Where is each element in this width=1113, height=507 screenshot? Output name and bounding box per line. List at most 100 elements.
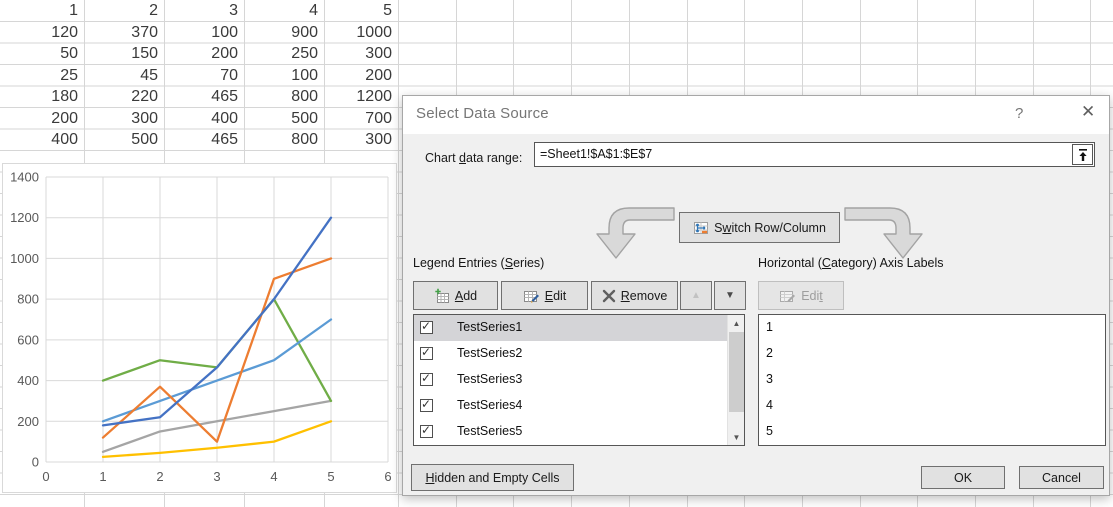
- sheet-cell[interactable]: 900: [244, 22, 324, 44]
- range-picker-arrow-icon: [1077, 148, 1089, 162]
- series-name: TestSeries5: [457, 424, 522, 438]
- check-icon: ✓: [421, 423, 431, 437]
- series-name: TestSeries4: [457, 398, 522, 412]
- sheet-cell[interactable]: 4: [244, 0, 324, 22]
- svg-text:5: 5: [327, 469, 334, 484]
- sheet-cell[interactable]: 200: [324, 65, 398, 87]
- sheet-cell[interactable]: 70: [164, 65, 244, 87]
- svg-text:4: 4: [270, 469, 277, 484]
- chart-data-range-value: =Sheet1!$A$1:$E$7: [540, 147, 652, 161]
- edit-series-button[interactable]: Edit: [501, 281, 588, 310]
- close-icon[interactable]: ✕: [1081, 102, 1095, 122]
- sheet-cell[interactable]: 220: [84, 86, 164, 108]
- axis-label-row[interactable]: 5: [759, 419, 1105, 445]
- axis-label-row[interactable]: 3: [759, 367, 1105, 393]
- sheet-cell[interactable]: 45: [84, 65, 164, 87]
- series-row[interactable]: ✓ TestSeries1: [414, 315, 744, 341]
- sheet-cell[interactable]: 465: [164, 86, 244, 108]
- sheet-cell[interactable]: 200: [0, 108, 84, 130]
- sheet-cell[interactable]: 800: [244, 129, 324, 151]
- sheet-cell[interactable]: 150: [84, 43, 164, 65]
- sheet-cell[interactable]: 500: [84, 129, 164, 151]
- sheet-cell[interactable]: 465: [164, 129, 244, 151]
- sheet-cell[interactable]: 2: [84, 0, 164, 22]
- scroll-up-icon[interactable]: ▲: [728, 315, 745, 331]
- hidden-and-empty-cells-button[interactable]: Hidden and Empty Cells: [411, 464, 574, 491]
- sheet-cell[interactable]: 100: [244, 65, 324, 87]
- sheet-cell[interactable]: 120: [0, 22, 84, 44]
- add-series-button[interactable]: Add: [413, 281, 498, 310]
- series-name: TestSeries2: [457, 346, 522, 360]
- switch-row-column-icon: [693, 220, 709, 236]
- series-row[interactable]: ✓ TestSeries4: [414, 393, 744, 419]
- series-checkbox[interactable]: ✓: [420, 373, 433, 386]
- sheet-cell[interactable]: 200: [164, 43, 244, 65]
- svg-text:6: 6: [384, 469, 391, 484]
- svg-text:600: 600: [17, 332, 39, 347]
- right-curved-arrow: [845, 208, 922, 258]
- sheet-cell[interactable]: 700: [324, 108, 398, 130]
- series-row[interactable]: ✓TestSeries3: [414, 367, 744, 393]
- legend-entries-section-label: Legend Entries (Series): [413, 256, 544, 270]
- series-checkbox[interactable]: ✓: [420, 425, 433, 438]
- sheet-cell[interactable]: 1: [0, 0, 84, 22]
- axis-label-row[interactable]: 2: [759, 341, 1105, 367]
- sheet-cell[interactable]: 400: [164, 108, 244, 130]
- sheet-cell[interactable]: 300: [84, 108, 164, 130]
- legend-list-scrollbar[interactable]: ▲ ▼: [727, 315, 744, 445]
- collapse-dialog-button[interactable]: [1072, 144, 1093, 165]
- series-checkbox[interactable]: ✓: [420, 347, 433, 360]
- series-name: TestSeries1: [457, 320, 522, 334]
- axis-label-value: 4: [766, 398, 773, 412]
- sheet-cell[interactable]: 500: [244, 108, 324, 130]
- chart-plot-area: 02004006008001000120014000123456: [3, 164, 396, 492]
- add-icon: [434, 288, 450, 304]
- sheet-cell[interactable]: 3: [164, 0, 244, 22]
- sheet-cell[interactable]: 25: [0, 65, 84, 87]
- remove-x-icon: [602, 289, 616, 303]
- move-up-icon: ▲: [691, 290, 701, 301]
- ok-button[interactable]: OK: [921, 466, 1005, 489]
- svg-text:0: 0: [42, 469, 49, 484]
- axis-label-row[interactable]: 1: [759, 315, 1105, 341]
- move-series-up-button[interactable]: ▲: [680, 281, 712, 310]
- svg-text:1: 1: [99, 469, 106, 484]
- move-down-icon: ▼: [725, 290, 735, 301]
- series-checkbox[interactable]: ✓: [420, 399, 433, 412]
- series-row[interactable]: ✓ TestSeries5: [414, 419, 744, 445]
- embedded-line-chart[interactable]: 02004006008001000120014000123456: [2, 163, 397, 493]
- scrollbar-thumb[interactable]: [729, 332, 744, 412]
- edit-icon: [523, 288, 540, 304]
- svg-text:1400: 1400: [10, 170, 39, 185]
- sheet-cell[interactable]: 100: [164, 22, 244, 44]
- sheet-cell[interactable]: 370: [84, 22, 164, 44]
- edit-axis-labels-button[interactable]: Edit: [758, 281, 844, 310]
- sheet-cell[interactable]: 50: [0, 43, 84, 65]
- remove-series-button[interactable]: Remove: [591, 281, 678, 310]
- svg-text:200: 200: [17, 414, 39, 429]
- sheet-cell[interactable]: 300: [324, 43, 398, 65]
- sheet-cell[interactable]: 1200: [324, 86, 398, 108]
- sheet-cell[interactable]: 250: [244, 43, 324, 65]
- cancel-button[interactable]: Cancel: [1019, 466, 1104, 489]
- axis-label-value: 2: [766, 346, 773, 360]
- series-checkbox[interactable]: ✓: [420, 321, 433, 334]
- spreadsheet-values: 1234512037010090010005015020025030025457…: [0, 0, 398, 151]
- sheet-cell[interactable]: 400: [0, 129, 84, 151]
- sheet-cell[interactable]: 300: [324, 129, 398, 151]
- help-icon[interactable]: ?: [1015, 105, 1023, 122]
- scroll-down-icon[interactable]: ▼: [728, 429, 745, 445]
- switch-row-column-button[interactable]: Switch Row/Column: [679, 212, 840, 243]
- sheet-cell[interactable]: 800: [244, 86, 324, 108]
- chart-data-range-input[interactable]: =Sheet1!$A$1:$E$7: [534, 142, 1095, 167]
- sheet-cell[interactable]: 1000: [324, 22, 398, 44]
- series-row[interactable]: ✓ TestSeries2: [414, 341, 744, 367]
- axis-label-row[interactable]: 4: [759, 393, 1105, 419]
- sheet-cell[interactable]: 180: [0, 86, 84, 108]
- move-series-down-button[interactable]: ▼: [714, 281, 746, 310]
- svg-text:400: 400: [17, 373, 39, 388]
- add-button-label: Add: [455, 289, 477, 303]
- sheet-cell[interactable]: 5: [324, 0, 398, 22]
- axis-label-value: 3: [766, 372, 773, 386]
- axis-labels-section-label: Horizontal (Category) Axis Labels: [758, 256, 944, 270]
